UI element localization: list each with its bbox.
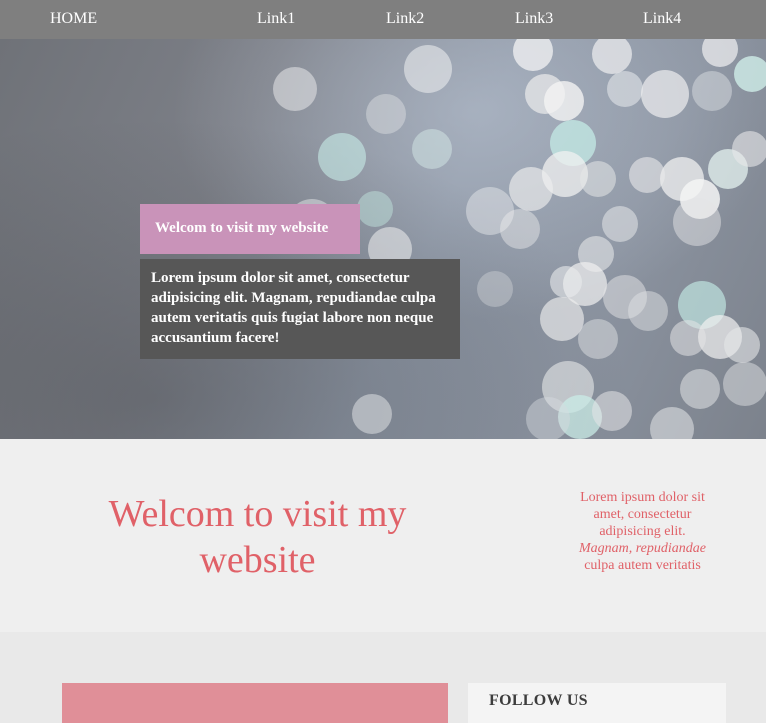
bokeh-circle xyxy=(680,369,720,409)
follow-us-heading: FOLLOW US xyxy=(489,692,588,709)
bokeh-circle xyxy=(641,70,689,118)
side-text-line1: Lorem ipsum dolor sit amet, consectetur … xyxy=(580,490,705,539)
bokeh-circle xyxy=(366,94,406,134)
bokeh-circle xyxy=(477,271,513,307)
bokeh-circle xyxy=(732,131,766,167)
bokeh-circle xyxy=(723,362,766,406)
welcome-section: Welcom to visit my website Lorem ipsum d… xyxy=(0,439,766,632)
nav-link1[interactable]: Link1 xyxy=(257,10,295,28)
hero-tagline: Welcom to visit my website xyxy=(140,204,360,254)
bokeh-circle xyxy=(500,209,540,249)
nav-link2[interactable]: Link2 xyxy=(386,10,424,28)
bokeh-circle xyxy=(550,266,582,298)
bokeh-circle xyxy=(352,394,392,434)
welcome-side-text: Lorem ipsum dolor sit amet, consectetur … xyxy=(565,489,720,574)
bokeh-circle xyxy=(412,129,452,169)
top-nav: HOME Link1 Link2 Link3 Link4 xyxy=(0,0,766,39)
nav-home-link[interactable]: HOME xyxy=(50,10,97,28)
hero-banner: Welcom to visit my website Lorem ipsum d… xyxy=(0,39,766,439)
welcome-title: Welcom to visit my website xyxy=(108,493,407,581)
bokeh-circle xyxy=(602,206,638,242)
bokeh-circle xyxy=(544,81,584,121)
side-text-italic: Magnam, repudiandae xyxy=(578,541,707,556)
bokeh-circle xyxy=(628,291,668,331)
follow-us-panel: FOLLOW US xyxy=(468,683,726,723)
bokeh-circle xyxy=(578,319,618,359)
bokeh-circle xyxy=(607,71,643,107)
nav-link3[interactable]: Link3 xyxy=(515,10,553,28)
bokeh-circle xyxy=(318,133,366,181)
bokeh-circle xyxy=(724,327,760,363)
bokeh-circle xyxy=(526,397,570,439)
bokeh-circle xyxy=(734,56,766,92)
bokeh-circle xyxy=(692,71,732,111)
bokeh-circle xyxy=(673,198,721,246)
bokeh-circle xyxy=(592,391,632,431)
bokeh-circle xyxy=(509,167,553,211)
bokeh-circle xyxy=(404,45,452,93)
bokeh-circle xyxy=(357,191,393,227)
bokeh-circle xyxy=(580,161,616,197)
bokeh-circle xyxy=(670,320,706,356)
bokeh-circle xyxy=(273,67,317,111)
nav-link4[interactable]: Link4 xyxy=(643,10,681,28)
hero-description: Lorem ipsum dolor sit amet, consectetur … xyxy=(140,259,460,359)
side-text-line2: culpa autem veritatis xyxy=(584,558,701,573)
content-pink-block xyxy=(62,683,448,723)
bokeh-circle xyxy=(629,157,665,193)
